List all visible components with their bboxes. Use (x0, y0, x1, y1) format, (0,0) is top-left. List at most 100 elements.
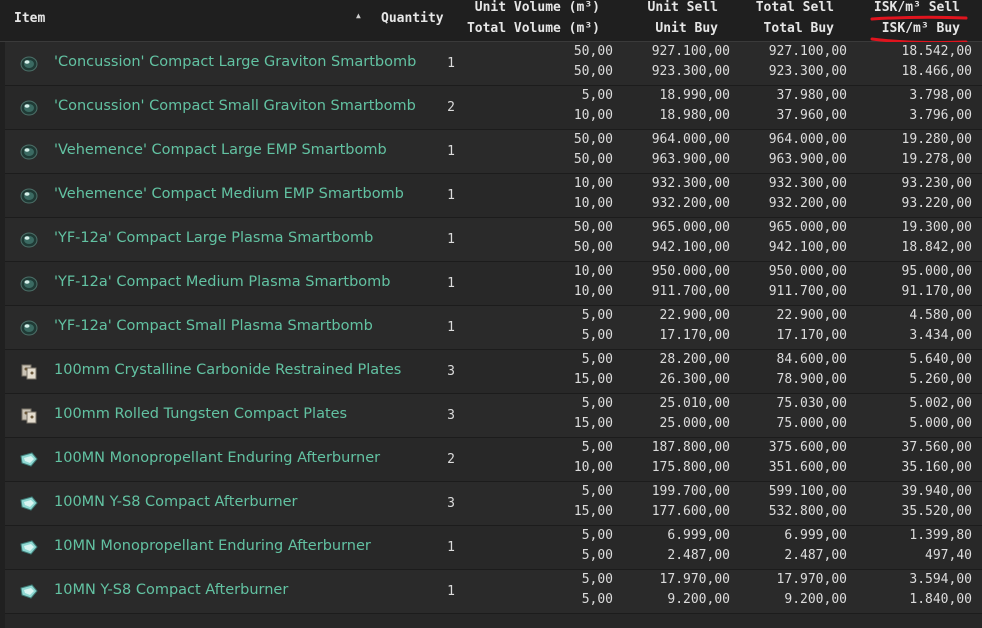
total-volume-value: 5,00 (581, 328, 613, 343)
total-sell-value: 6.999,00 (784, 528, 847, 543)
isk-m3-sell-value: 1.399,80 (909, 528, 972, 543)
item-name-link[interactable]: 100MN Monopropellant Enduring Afterburne… (54, 450, 380, 466)
unit-buy-value: 9.200,00 (667, 592, 730, 607)
unit-volume-value: 5,00 (581, 572, 613, 587)
unit-volume-value: 10,00 (573, 176, 613, 191)
item-name-link[interactable]: 'Vehemence' Compact Medium EMP Smartbomb (54, 186, 404, 202)
unit-volume-value: 5,00 (581, 396, 613, 411)
table-row[interactable]: 'Concussion' Compact Small Graviton Smar… (5, 86, 982, 130)
table-row[interactable]: 'YF-12a' Compact Small Plasma Smartbomb 1… (5, 306, 982, 350)
quantity-value: 2 (447, 452, 455, 467)
unit-buy-value: 2.487,00 (667, 548, 730, 563)
total-sell-value: 950.000,00 (768, 264, 847, 279)
isk-m3-sell-value: 3.594,00 (909, 572, 972, 587)
unit-volume-value: 50,00 (573, 220, 613, 235)
unit-sell-value: 17.970,00 (659, 572, 730, 587)
total-sell-value: 375.600,00 (768, 440, 847, 455)
item-name-link[interactable]: 'YF-12a' Compact Small Plasma Smartbomb (54, 318, 373, 334)
isk-m3-buy-value: 5.000,00 (909, 416, 972, 431)
unit-volume-value: 5,00 (581, 484, 613, 499)
smartbomb-icon (18, 98, 40, 118)
total-volume-value: 50,00 (573, 152, 613, 167)
total-sell-value: 37.980,00 (776, 88, 847, 103)
total-sell-value: 965.000,00 (768, 220, 847, 235)
quantity-value: 1 (447, 584, 455, 599)
column-header-quantity[interactable]: Quantity (381, 9, 444, 29)
quantity-value: 1 (447, 56, 455, 71)
table-row[interactable]: 'Vehemence' Compact Large EMP Smartbomb 1… (5, 130, 982, 174)
item-name-link[interactable]: 'Vehemence' Compact Large EMP Smartbomb (54, 142, 387, 158)
armor-plate-icon (18, 362, 40, 382)
column-header-item[interactable]: Item (14, 9, 45, 29)
unit-sell-value: 25.010,00 (659, 396, 730, 411)
isk-m3-buy-value: 91.170,00 (901, 284, 972, 299)
total-buy-value: 942.100,00 (768, 240, 847, 255)
total-buy-value: 75.000,00 (776, 416, 847, 431)
column-header-total-volume: Total Volume (m³) (466, 21, 600, 36)
isk-m3-sell-value: 37.560,00 (901, 440, 972, 455)
item-name-link[interactable]: 'YF-12a' Compact Medium Plasma Smartbomb (54, 274, 391, 290)
quantity-value: 1 (447, 320, 455, 335)
item-name-link[interactable]: 'Concussion' Compact Small Graviton Smar… (54, 98, 416, 114)
sort-ascending-icon[interactable]: ▲ (356, 11, 361, 20)
item-name-link[interactable]: 100MN Y-S8 Compact Afterburner (54, 494, 298, 510)
table-row[interactable]: 'YF-12a' Compact Large Plasma Smartbomb 1… (5, 218, 982, 262)
item-name-link[interactable]: 10MN Y-S8 Compact Afterburner (54, 582, 288, 598)
isk-m3-buy-value: 35.160,00 (901, 460, 972, 475)
isk-m3-buy-value: 1.840,00 (909, 592, 972, 607)
afterburner-icon (18, 450, 40, 470)
total-buy-value: 923.300,00 (768, 64, 847, 79)
smartbomb-icon (18, 186, 40, 206)
unit-volume-value: 5,00 (581, 352, 613, 367)
total-sell-value: 75.030,00 (776, 396, 847, 411)
total-buy-value: 17.170,00 (776, 328, 847, 343)
total-sell-value: 964.000,00 (768, 132, 847, 147)
table-row[interactable]: 100MN Monopropellant Enduring Afterburne… (5, 438, 982, 482)
unit-volume-value: 10,00 (573, 264, 613, 279)
table-row[interactable]: 10MN Y-S8 Compact Afterburner 1 5,00 5,00 17… (5, 570, 982, 614)
table-row[interactable]: 100mm Crystalline Carbonide Restrained P… (5, 350, 982, 394)
total-volume-value: 50,00 (573, 64, 613, 79)
table-row[interactable]: 'YF-12a' Compact Medium Plasma Smartbomb… (5, 262, 982, 306)
smartbomb-icon (18, 54, 40, 74)
isk-m3-sell-value: 3.798,00 (909, 88, 972, 103)
quantity-value: 1 (447, 540, 455, 555)
quantity-value: 1 (447, 188, 455, 203)
total-volume-value: 15,00 (573, 372, 613, 387)
total-buy-value: 532.800,00 (768, 504, 847, 519)
item-name-link[interactable]: 10MN Monopropellant Enduring Afterburner (54, 538, 371, 554)
total-volume-value: 5,00 (581, 592, 613, 607)
unit-sell-value: 18.990,00 (659, 88, 730, 103)
column-header-unit-sell: Unit Sell (647, 0, 718, 15)
armor-plate-icon (18, 406, 40, 426)
table-row[interactable]: 100MN Y-S8 Compact Afterburner 3 5,00 15,00… (5, 482, 982, 526)
unit-volume-value: 5,00 (581, 528, 613, 543)
afterburner-icon (18, 494, 40, 514)
isk-m3-sell-value: 18.542,00 (901, 44, 972, 59)
item-name-link[interactable]: 100mm Rolled Tungsten Compact Plates (54, 406, 347, 422)
total-volume-value: 10,00 (573, 460, 613, 475)
table-row[interactable]: 'Vehemence' Compact Medium EMP Smartbomb… (5, 174, 982, 218)
total-volume-value: 10,00 (573, 196, 613, 211)
item-table-body: 'Concussion' Compact Large Graviton Smar… (5, 42, 982, 614)
item-name-link[interactable]: 'Concussion' Compact Large Graviton Smar… (54, 54, 416, 70)
unit-buy-value: 18.980,00 (659, 108, 730, 123)
quantity-value: 1 (447, 232, 455, 247)
unit-sell-value: 6.999,00 (667, 528, 730, 543)
total-buy-value: 932.200,00 (768, 196, 847, 211)
quantity-value: 1 (447, 144, 455, 159)
table-row[interactable]: 100mm Rolled Tungsten Compact Plates 3 5,0… (5, 394, 982, 438)
quantity-value: 3 (447, 496, 455, 511)
isk-m3-buy-value: 93.220,00 (901, 196, 972, 211)
item-name-link[interactable]: 'YF-12a' Compact Large Plasma Smartbomb (54, 230, 373, 246)
table-row[interactable]: 'Concussion' Compact Large Graviton Smar… (5, 42, 982, 86)
total-volume-value: 15,00 (573, 416, 613, 431)
table-row[interactable]: 10MN Monopropellant Enduring Afterburner… (5, 526, 982, 570)
isk-m3-sell-value: 95.000,00 (901, 264, 972, 279)
unit-volume-value: 50,00 (573, 44, 613, 59)
unit-sell-value: 22.900,00 (659, 308, 730, 323)
smartbomb-icon (18, 318, 40, 338)
item-name-link[interactable]: 100mm Crystalline Carbonide Restrained P… (54, 362, 401, 378)
unit-buy-value: 175.800,00 (651, 460, 730, 475)
isk-m3-sell-value: 19.300,00 (901, 220, 972, 235)
